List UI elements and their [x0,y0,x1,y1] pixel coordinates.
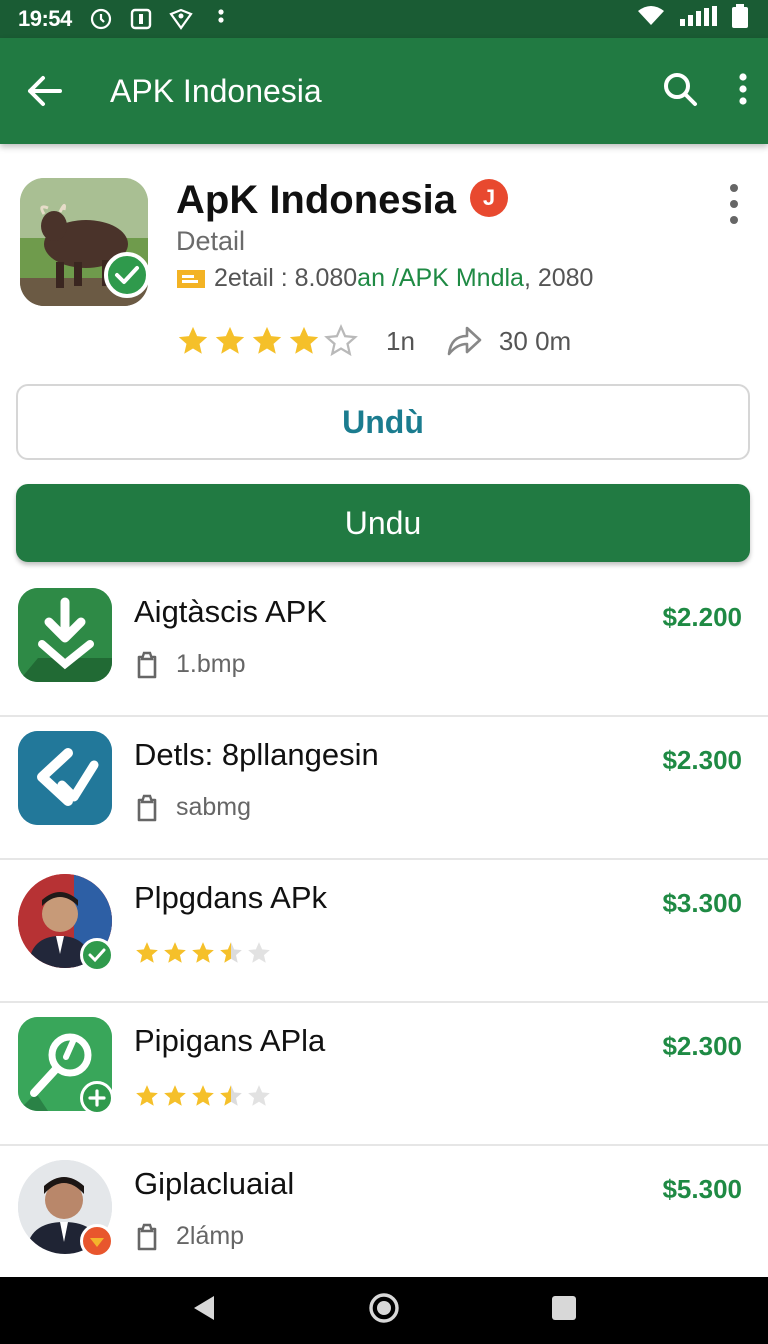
app-name: ApK Indonesia [176,178,457,222]
app-icon-check [18,731,112,825]
list-item[interactable]: Plpgdans APk $3.300 [0,860,768,1003]
star-icon [178,326,208,354]
star-icon [136,942,158,963]
list-item-price: $3.300 [662,888,742,918]
star-icon [215,326,245,354]
list-item[interactable]: Detls: 8pllangesin sabmg $2.300 [0,717,768,860]
list-item-name: Plpgdans APk [134,880,328,915]
list-item-sub: 2lámp [134,1222,244,1251]
list-item-stars [134,1083,272,1109]
download-primary-button[interactable]: Undu [16,484,750,562]
list-item-sub-text: 2lámp [176,1222,245,1250]
system-nav-bar [0,1277,768,1344]
star-icon [164,1085,186,1106]
nav-back-button[interactable] [190,1293,218,1328]
header-more-button[interactable] [720,184,748,224]
meta-developer-link[interactable]: an /APK Mndla [357,264,524,293]
list-item-name: Giplacluaial [134,1166,295,1201]
list-item[interactable]: Pipigans APla $2.300 [0,1003,768,1146]
status-bar: 19:54 [0,0,768,38]
signal-icon [678,5,718,33]
list-item-price: $5.300 [662,1174,742,1204]
app-bar-title: APK Indonesia [110,72,322,109]
back-button[interactable] [22,68,68,114]
list-item-price: $2.300 [662,1031,742,1061]
app-icon-download [18,588,112,682]
app-detail-header: ApK Indonesia J Detail 2etail : 8.080 an… [0,144,768,574]
badge-letter: J [482,185,496,210]
app-list: Aigtàscis APK 1.bmp $2.200 Detls: 8pllan… [0,574,768,1289]
red-j-badge: J [470,179,508,217]
star-icon [220,1085,242,1106]
status-time: 19:54 [18,6,72,31]
star-icon [136,1085,158,1106]
more-dots-icon [208,6,234,32]
star-icon [252,326,282,354]
star-icon [192,1085,214,1106]
meta-prefix: 2etail : 8.080 [214,264,358,292]
list-item[interactable]: Aigtàscis APK 1.bmp $2.200 [0,574,768,717]
star-icon [324,324,358,357]
star-icon [192,942,214,963]
list-item[interactable]: Giplacluaial 2lámp $5.300 [0,1146,768,1289]
list-item-sub-text: sabmg [176,793,252,821]
search-button[interactable] [662,71,698,112]
star-icon [248,1085,270,1106]
tag-icon [177,269,205,288]
square-recents-icon [552,1296,576,1320]
rating-stars [176,324,358,358]
list-item-name: Pipigans APla [134,1023,326,1058]
download-count: 30 0m [498,325,572,356]
clipboard-icon [137,651,157,678]
search-icon [664,72,697,106]
star-icon [289,326,319,354]
wifi-icon [636,5,666,33]
verified-badge-icon [80,938,114,972]
star-icon [164,942,186,963]
circle-home-icon [369,1293,399,1323]
verified-badge-icon [104,252,150,298]
orange-badge-icon [80,1224,114,1258]
add-badge-icon [80,1081,114,1115]
clock-icon [88,6,114,32]
more-vert-icon [739,72,747,105]
screen: 19:54 APK Indonesia ApK Indonesia J Deta… [0,0,768,1344]
rating-count: 1n [386,325,415,356]
battery-icon [730,3,750,35]
meta-suffix: , 2080 [523,264,594,292]
triangle-back-icon [194,1296,214,1320]
overflow-menu-button[interactable] [738,72,748,110]
check-app-icon [18,731,112,825]
list-item-stars [134,940,272,966]
list-item-name: Detls: 8pllangesin [134,737,379,772]
app-bar-actions [662,71,748,112]
nav-home-button[interactable] [368,1292,400,1329]
download-icon [18,588,112,682]
clipboard-icon [137,1223,157,1250]
app-meta: 2etail : 8.080 an /APK Mndla , 2080 [176,264,593,293]
notification-box-icon [128,6,154,32]
download-outline-button[interactable]: Undù [16,384,750,460]
nav-recents-button[interactable] [550,1294,578,1327]
star-icon [220,942,242,963]
status-right [636,3,750,35]
star-icon [248,942,270,963]
list-item-price: $2.300 [662,745,742,775]
app-subtitle: Detail [176,226,246,256]
list-item-sub: 1.bmp [134,650,245,679]
rating-row: 1n 30 0m [176,324,571,358]
share-icon[interactable] [445,324,483,358]
list-item-price: $2.200 [662,602,742,632]
arrow-back-icon [28,76,62,106]
list-item-name: Aigtàscis APK [134,594,327,629]
list-item-sub-text: 1.bmp [176,650,246,678]
shield-icon [168,6,194,32]
clipboard-icon [137,794,157,821]
list-item-sub: sabmg [134,793,251,822]
app-bar: APK Indonesia [0,38,768,144]
